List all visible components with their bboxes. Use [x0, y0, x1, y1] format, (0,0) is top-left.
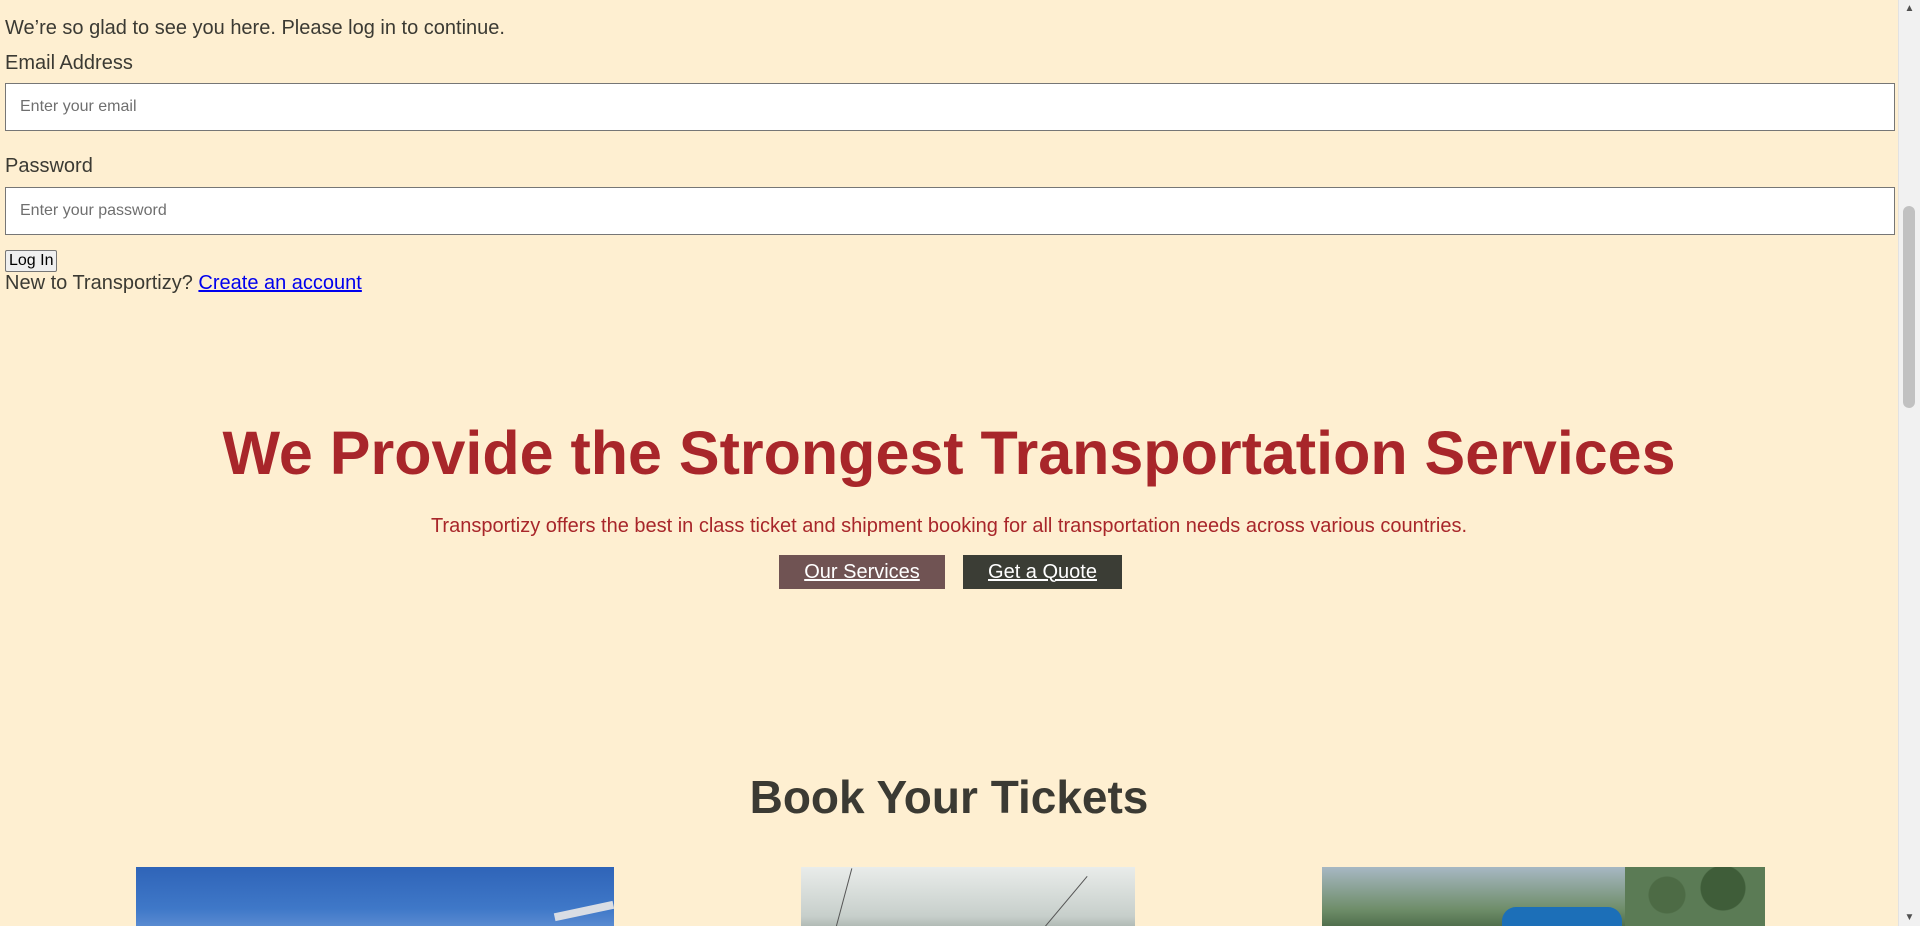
get-a-quote-button[interactable]: Get a Quote [963, 555, 1122, 589]
train-photo[interactable] [801, 867, 1135, 926]
signup-prompt: New to Transportizy? Create an account [5, 272, 362, 295]
scroll-up-arrow-icon[interactable]: ▲ [1899, 0, 1920, 17]
our-services-button[interactable]: Our Services [779, 555, 945, 589]
create-account-link[interactable]: Create an account [198, 272, 361, 294]
hero-title: We Provide the Strongest Transportation … [222, 419, 1676, 487]
scrollbar-thumb[interactable] [1903, 206, 1915, 408]
vertical-scrollbar[interactable]: ▲ ▼ [1898, 0, 1920, 926]
email-label: Email Address [5, 52, 133, 74]
book-tickets-title: Book Your Tickets [749, 771, 1149, 823]
email-field[interactable] [5, 83, 1895, 131]
welcome-message: We’re so glad to see you here. Please lo… [5, 17, 505, 39]
airport-photo[interactable] [136, 867, 614, 926]
password-label: Password [5, 155, 93, 177]
hero-subtitle: Transportizy offers the best in class ti… [430, 515, 1468, 537]
signup-prompt-text: New to Transportizy? [5, 272, 193, 294]
bus-photo[interactable] [1322, 867, 1765, 926]
login-button[interactable]: Log In [5, 250, 58, 272]
page: We’re so glad to see you here. Please lo… [0, 0, 1898, 926]
scroll-down-arrow-icon[interactable]: ▼ [1899, 909, 1920, 926]
password-field[interactable] [5, 187, 1895, 235]
